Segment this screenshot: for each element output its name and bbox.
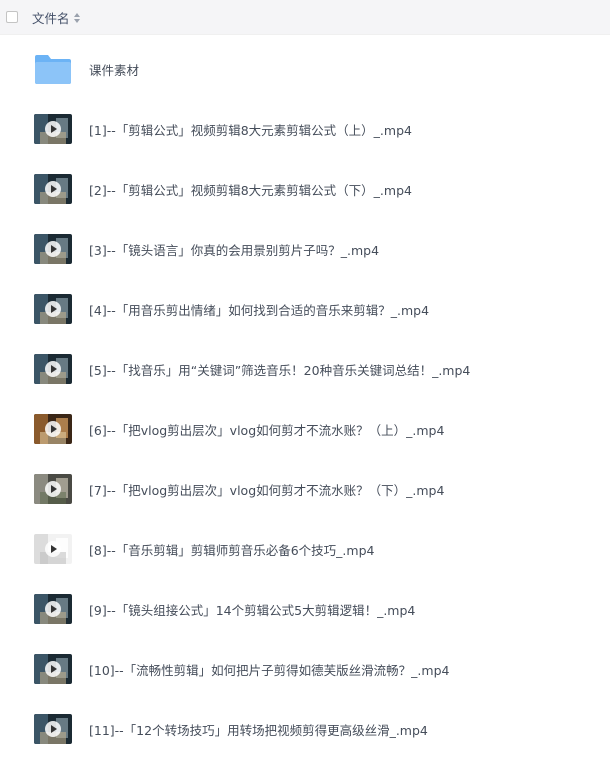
play-icon [45, 301, 61, 317]
file-name[interactable]: [2]--「剪辑公式」视频剪辑8大元素剪辑公式（下）_.mp4 [89, 180, 412, 199]
file-name[interactable]: [10]--「流畅性剪辑」如何把片子剪得如德芙版丝滑流畅？_.mp4 [89, 660, 449, 679]
video-thumbnail-icon [34, 294, 72, 324]
file-name[interactable]: [1]--「剪辑公式」视频剪辑8大元素剪辑公式（上）_.mp4 [89, 120, 412, 139]
video-thumbnail-icon [34, 474, 72, 504]
file-row[interactable]: [6]--「把vlog剪出层次」vlog如何剪才不流水账？（上）_.mp4 [0, 399, 610, 459]
file-name[interactable]: [11]--「12个转场技巧」用转场把视频剪得更高级丝滑_.mp4 [89, 720, 428, 739]
file-row[interactable]: [7]--「把vlog剪出层次」vlog如何剪才不流水账？（下）_.mp4 [0, 459, 610, 519]
folder-row[interactable]: 课件素材 [0, 39, 610, 99]
file-name[interactable]: [6]--「把vlog剪出层次」vlog如何剪才不流水账？（上）_.mp4 [89, 420, 444, 439]
play-icon [45, 361, 61, 377]
file-name[interactable]: [5]--「找音乐」用“关键词”筛选音乐！20种音乐关键词总结！_.mp4 [89, 360, 470, 379]
video-thumbnail-icon [34, 594, 72, 624]
play-icon [45, 721, 61, 737]
file-name[interactable]: [8]--「音乐剪辑」剪辑师剪音乐必备6个技巧_.mp4 [89, 540, 374, 559]
file-row[interactable]: [11]--「12个转场技巧」用转场把视频剪得更高级丝滑_.mp4 [0, 699, 610, 759]
play-icon [45, 601, 61, 617]
video-thumbnail-icon [34, 354, 72, 384]
video-thumbnail-icon [34, 114, 72, 144]
play-icon [45, 181, 61, 197]
play-icon [45, 241, 61, 257]
column-header-filename[interactable]: 文件名 [32, 8, 70, 27]
file-row[interactable]: [3]--「镜头语言」你真的会用景别剪片子吗？_.mp4 [0, 219, 610, 279]
file-row[interactable]: [5]--「找音乐」用“关键词”筛选音乐！20种音乐关键词总结！_.mp4 [0, 339, 610, 399]
file-list-header: 文件名 [0, 0, 610, 35]
play-icon [45, 541, 61, 557]
video-thumbnail-icon [34, 174, 72, 204]
file-row[interactable]: [1]--「剪辑公式」视频剪辑8大元素剪辑公式（上）_.mp4 [0, 99, 610, 159]
file-name[interactable]: [3]--「镜头语言」你真的会用景别剪片子吗？_.mp4 [89, 240, 379, 259]
video-thumbnail-icon [34, 234, 72, 264]
video-thumbnail-icon [34, 534, 72, 564]
select-all-checkbox[interactable] [6, 11, 18, 23]
file-name[interactable]: [9]--「镜头组接公式」14个剪辑公式5大剪辑逻辑！_.mp4 [89, 600, 415, 619]
play-icon [45, 661, 61, 677]
sort-icon[interactable] [73, 13, 80, 23]
file-row[interactable]: [9]--「镜头组接公式」14个剪辑公式5大剪辑逻辑！_.mp4 [0, 579, 610, 639]
file-name[interactable]: [4]--「用音乐剪出情绪」如何找到合适的音乐来剪辑？_.mp4 [89, 300, 429, 319]
file-row[interactable]: [10]--「流畅性剪辑」如何把片子剪得如德芙版丝滑流畅？_.mp4 [0, 639, 610, 699]
video-thumbnail-icon [34, 714, 72, 744]
folder-icon [34, 53, 72, 85]
video-thumbnail-icon [34, 654, 72, 684]
play-icon [45, 481, 61, 497]
play-icon [45, 421, 61, 437]
file-name[interactable]: [7]--「把vlog剪出层次」vlog如何剪才不流水账？（下）_.mp4 [89, 480, 444, 499]
file-row[interactable]: [4]--「用音乐剪出情绪」如何找到合适的音乐来剪辑？_.mp4 [0, 279, 610, 339]
file-row[interactable]: [8]--「音乐剪辑」剪辑师剪音乐必备6个技巧_.mp4 [0, 519, 610, 579]
file-name[interactable]: 课件素材 [89, 60, 139, 79]
play-icon [45, 121, 61, 137]
video-thumbnail-icon [34, 414, 72, 444]
file-row[interactable]: [2]--「剪辑公式」视频剪辑8大元素剪辑公式（下）_.mp4 [0, 159, 610, 219]
